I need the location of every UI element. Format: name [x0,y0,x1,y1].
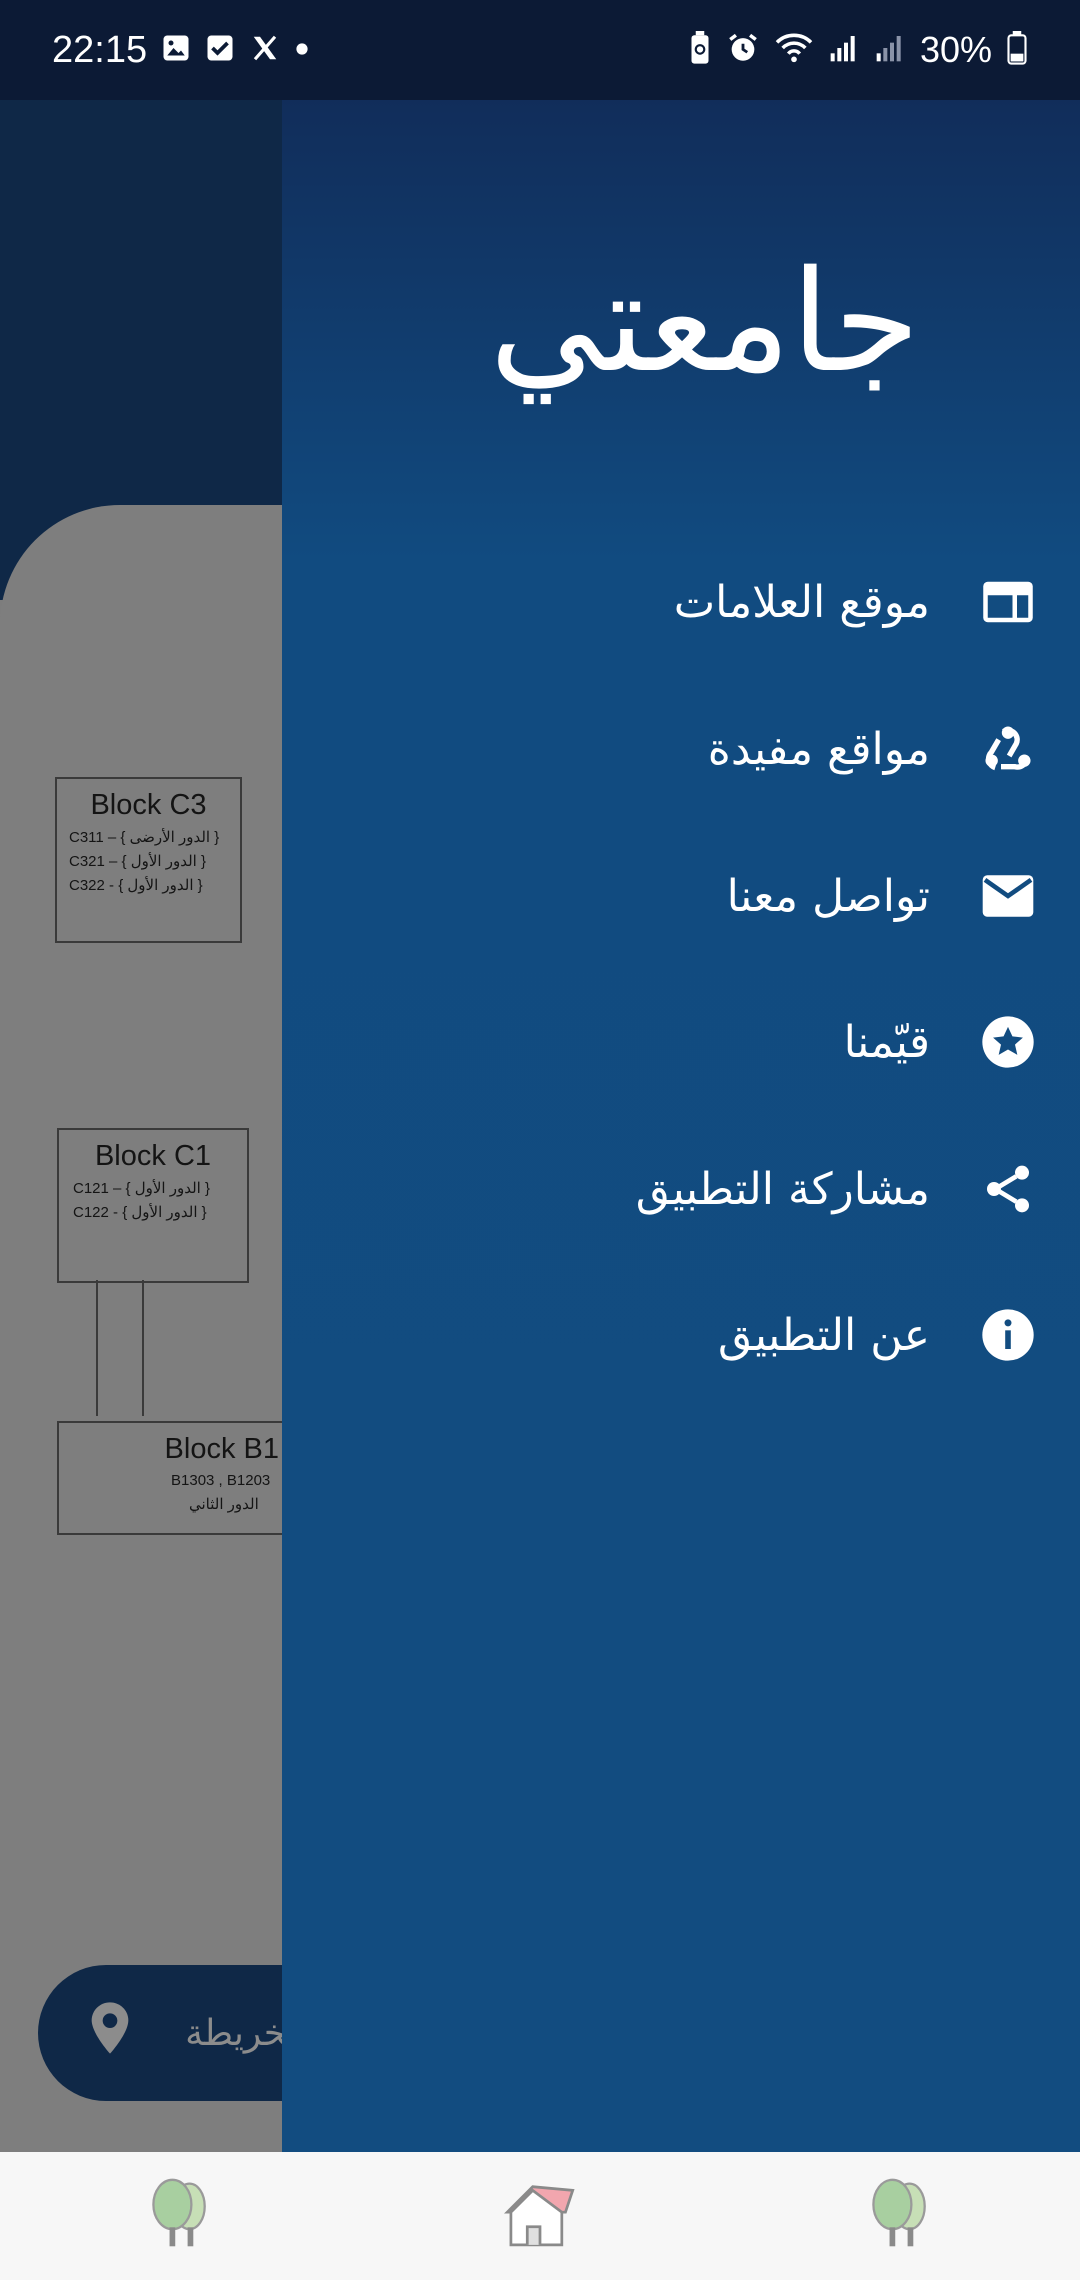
nav-item-home[interactable] [480,2166,600,2266]
x-icon [249,33,281,67]
battery-saver-icon [688,31,712,69]
location-pin-icon [88,2000,132,2056]
menu-item-contact-us[interactable]: تواصل معنا [282,841,1080,951]
block-line: C122 - { الدور الأول } [73,1204,207,1221]
webhook-icon [980,721,1036,777]
menu-item-about-app[interactable]: عن التطبيق [282,1280,1080,1390]
home-icon [500,2179,580,2253]
block-title: Block C1 [94,1140,212,1172]
block-c3-label: Block C3 C311 – { الدور الأرضى } C321 – … [55,777,242,943]
block-line: C121 – { الدور الأول } [73,1180,211,1197]
dot-icon [295,41,309,60]
block-title: Block C3 [90,789,207,821]
alarm-icon [726,31,760,69]
star-circle-icon [980,1014,1036,1070]
info-icon [980,1307,1036,1363]
menu-item-useful-sites[interactable]: مواقع مفيدة [282,694,1080,804]
bottom-navigation [0,2152,1080,2280]
status-bar: 22:15 30% [0,0,1080,100]
block-line: B1303 , B1203 [171,1472,271,1489]
menu-item-label: مشاركة التطبيق [635,1163,930,1215]
menu-item-label: قيّمنا [843,1016,930,1068]
block-line: C321 – { الدور الأول } [69,853,207,870]
trees-icon [142,2176,218,2256]
signal-icon [874,32,906,68]
check-icon [205,33,235,67]
block-line: C311 – { الدور الأرضى } [69,829,220,846]
nav-item-left[interactable] [120,2166,240,2266]
trees-icon [862,2176,938,2256]
block-b1-label: Block B1 B1303 , B1203 الدور الثاني [57,1421,301,1535]
connector-line [96,1280,98,1416]
mail-icon [980,868,1036,924]
signal-icon [828,32,860,68]
menu-item-label: تواصل معنا [726,870,930,922]
status-time: 22:15 [52,28,148,71]
battery-percent: 30% [919,29,992,70]
connector-line [142,1280,144,1416]
app-logo-title: جامعتي [489,241,920,404]
menu-item-share-app[interactable]: مشاركة التطبيق [282,1134,1080,1244]
web-icon [980,574,1036,630]
share-icon [980,1161,1036,1217]
gallery-icon [161,33,191,67]
nav-item-right[interactable] [840,2166,960,2266]
battery-icon [1006,31,1028,69]
block-title: Block B1 [164,1433,279,1465]
menu-item-grades-site[interactable]: موقع العلامات [282,547,1080,657]
menu-item-label: موقع العلامات [673,576,930,628]
block-c1-label: Block C1 C121 – { الدور الأول } C122 - {… [57,1128,249,1283]
menu-item-rate-us[interactable]: قيّمنا [282,987,1080,1097]
wifi-icon [774,31,814,69]
menu-item-label: مواقع مفيدة [707,723,930,775]
navigation-drawer: جامعتي موقع العلامات مواقع مفيدة تواصل م… [282,84,1080,2152]
block-line: C322 - { الدور الأول } [69,877,203,894]
menu-item-label: عن التطبيق [718,1309,930,1361]
